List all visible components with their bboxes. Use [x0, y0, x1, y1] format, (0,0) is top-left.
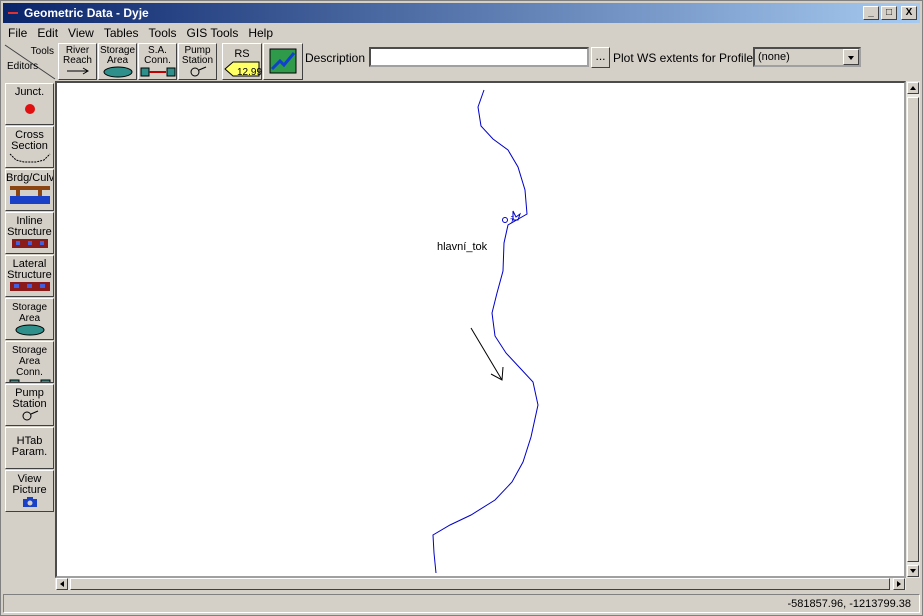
reach-flow-arrow-icon	[470, 327, 504, 381]
geometry-canvas[interactable]: ﾃ hlavní_tok	[55, 81, 906, 578]
maximize-button[interactable]: □	[881, 6, 897, 20]
description-label: Description :	[305, 51, 372, 65]
profile-select-value: (none)	[758, 51, 790, 63]
river-station-button[interactable]: RS 12.99	[222, 43, 262, 80]
menu-tables[interactable]: Tables	[99, 26, 144, 40]
river-reach-line[interactable]	[432, 89, 539, 574]
inline-structure-button[interactable]: Inline Structure	[5, 212, 54, 254]
camera-icon	[22, 497, 37, 507]
scroll-right-button[interactable]	[893, 578, 905, 590]
vertical-scrollbar[interactable]	[906, 81, 920, 578]
sa-connection-button[interactable]: S.A. Conn.	[138, 43, 177, 80]
storage-area-conn-button[interactable]: Storage Area Conn.	[5, 341, 54, 383]
chevron-up-icon	[910, 86, 916, 90]
chevron-left-icon	[60, 581, 64, 587]
geometric-data-window: Geometric Data - Dyje _ □ X File Edit Vi…	[0, 0, 923, 616]
close-button[interactable]: X	[901, 6, 917, 20]
status-bar: -581857.96, -1213799.38	[3, 594, 920, 613]
view-picture-button[interactable]: View Picture	[5, 470, 54, 512]
junction-icon	[24, 104, 35, 114]
chevron-right-icon	[897, 581, 901, 587]
editors-sidebar: Junct. Cross Section Brdg/Culv Inline St…	[3, 81, 55, 589]
tools-label: Tools	[30, 46, 54, 57]
pump-icon	[22, 410, 38, 421]
coordinate-readout: -581857.96, -1213799.38	[787, 598, 911, 610]
lateral-structure-button[interactable]: Lateral Structure	[5, 255, 54, 297]
scroll-down-button[interactable]	[907, 565, 919, 577]
pump-icon	[190, 66, 206, 77]
background-map-button[interactable]	[263, 43, 303, 80]
vertical-scroll-thumb[interactable]	[907, 97, 919, 562]
menu-view[interactable]: View	[63, 26, 99, 40]
pump-station-side-button[interactable]: Pump Station	[5, 384, 54, 426]
storage-area-button[interactable]: Storage Area	[98, 43, 137, 80]
junction-marker-icon[interactable]: ﾃ	[502, 210, 521, 226]
map-background-icon	[269, 48, 297, 74]
tools-editors-toggle[interactable]: Tools Editors	[3, 43, 57, 81]
storage-conn-icon	[9, 379, 50, 382]
window-title: Geometric Data - Dyje	[24, 6, 149, 20]
htab-param-button[interactable]: HTab Param.	[5, 427, 54, 469]
reach-label: hlavní_tok	[437, 241, 488, 253]
menu-tools[interactable]: Tools	[144, 26, 182, 40]
minimize-button[interactable]: _	[863, 6, 879, 20]
lateral-structure-icon	[9, 282, 50, 291]
arrow-icon	[66, 67, 89, 75]
horizontal-scroll-thumb[interactable]	[70, 578, 890, 590]
bridge-culvert-button[interactable]: Brdg/Culv	[5, 169, 54, 211]
editors-label: Editors	[7, 61, 39, 72]
cross-section-button[interactable]: Cross Section	[5, 126, 54, 168]
description-browse-button[interactable]: ...	[591, 47, 610, 68]
cross-section-icon	[9, 153, 50, 163]
menu-help[interactable]: Help	[243, 26, 278, 40]
bridge-icon	[9, 186, 50, 204]
menu-bar: File Edit View Tables Tools GIS Tools He…	[3, 24, 278, 42]
river-reach-button[interactable]: River Reach	[58, 43, 97, 80]
description-input[interactable]	[369, 47, 589, 67]
profile-select[interactable]: (none)	[753, 47, 861, 67]
storage-conn-icon	[140, 67, 175, 77]
scroll-up-button[interactable]	[907, 82, 919, 94]
horizontal-scrollbar[interactable]	[55, 578, 906, 590]
menu-edit[interactable]: Edit	[32, 26, 63, 40]
inline-structure-icon	[11, 239, 48, 248]
title-bar: Geometric Data - Dyje _ □ X	[3, 3, 920, 23]
storage-area-icon	[15, 324, 44, 336]
pump-station-button[interactable]: Pump Station	[178, 43, 217, 80]
app-icon	[6, 6, 20, 20]
menu-gis-tools[interactable]: GIS Tools	[182, 26, 244, 40]
storage-area-icon	[103, 66, 132, 78]
toolbar: Tools Editors River Reach Storage Area S…	[3, 43, 920, 81]
plot-ws-extents-label: Plot WS extents for Profile:	[613, 51, 757, 65]
chevron-down-icon	[910, 569, 916, 573]
scroll-left-button[interactable]	[56, 578, 68, 590]
river-network: ﾃ	[432, 89, 539, 574]
storage-area-side-button[interactable]: Storage Area	[5, 298, 54, 340]
chevron-down-icon[interactable]	[843, 49, 859, 65]
junction-button[interactable]: Junct.	[5, 83, 54, 125]
menu-file[interactable]: File	[3, 26, 32, 40]
